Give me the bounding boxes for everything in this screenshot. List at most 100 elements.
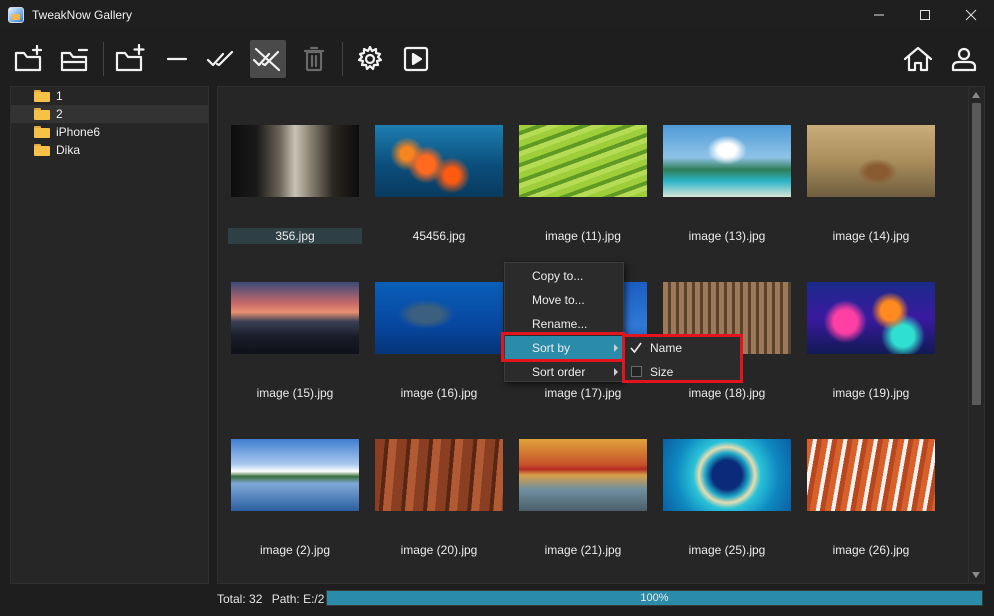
delete-button[interactable] (296, 40, 332, 78)
thumbnail-label: image (13).jpg (688, 229, 766, 243)
select-all-icon (206, 50, 234, 67)
thumbnail-tile[interactable]: image (16).jpg (372, 282, 506, 422)
thumbnail-image (375, 125, 503, 197)
select-all-button[interactable] (204, 40, 240, 78)
open-folder-button[interactable] (58, 40, 94, 78)
tree-item-1[interactable]: 1 (11, 87, 208, 105)
status-path: Path: E:/2 (271, 592, 325, 606)
context-menu: Copy to... Move to... Rename... Sort by … (504, 262, 624, 382)
thumbnail-label: image (17).jpg (544, 386, 622, 400)
add-album-button[interactable] (113, 40, 149, 78)
thumbnail-label: image (16).jpg (400, 386, 478, 400)
thumbnail-image (231, 282, 359, 354)
thumbnail-tile[interactable]: image (25).jpg (660, 439, 794, 579)
close-button[interactable] (948, 0, 994, 30)
menu-item-label: Copy to... (532, 269, 584, 283)
status-bar: Total: 32 Path: E:/2 (217, 590, 324, 608)
thumbnail-image (231, 439, 359, 511)
close-icon (965, 9, 977, 21)
annotation-box-sort-by (501, 332, 625, 362)
thumbnail-label: image (2).jpg (259, 543, 331, 557)
vertical-scrollbar[interactable] (969, 86, 985, 584)
thumbnail-image (375, 282, 503, 354)
menu-item-move-to[interactable]: Move to... (505, 288, 623, 312)
toolbar-separator (103, 42, 104, 76)
deselect-all-button[interactable] (250, 40, 286, 78)
tree-item-dika[interactable]: Dika (11, 141, 208, 159)
thumbnail-tile[interactable]: image (13).jpg (660, 125, 794, 265)
tree-item-iphone6[interactable]: iPhone6 (11, 123, 208, 141)
thumbnail-image (807, 439, 935, 511)
thumbnail-label: image (20).jpg (400, 543, 478, 557)
thumbnail-tile[interactable]: image (20).jpg (372, 439, 506, 579)
folder-icon (34, 108, 50, 120)
home-icon (903, 46, 933, 72)
thumbnail-tile[interactable]: image (15).jpg (228, 282, 362, 422)
progress-bar: 100% (326, 590, 983, 606)
menu-item-label: Sort order (532, 365, 586, 379)
remove-button[interactable] (159, 40, 195, 78)
thumbnail-tile[interactable]: 45456.jpg (372, 125, 506, 265)
app-logo-icon (8, 7, 24, 23)
scroll-up-icon[interactable] (972, 92, 980, 98)
settings-icon (357, 45, 383, 71)
maximize-icon (920, 10, 930, 20)
thumbnail-label: image (15).jpg (256, 386, 334, 400)
thumbnail-label: image (14).jpg (832, 229, 910, 243)
thumbnail-image (519, 439, 647, 511)
submenu-arrow-icon (614, 368, 618, 376)
thumbnail-tile[interactable]: image (21).jpg (516, 439, 650, 579)
add-album-icon (115, 43, 145, 72)
folder-icon (34, 144, 50, 156)
thumbnail-image (519, 125, 647, 197)
open-folder-icon (60, 48, 89, 72)
tree-item-label: iPhone6 (56, 125, 101, 139)
thumbnail-label: image (18).jpg (688, 386, 766, 400)
tree-item-label: 1 (56, 89, 63, 103)
folder-tree[interactable]: 1 2 iPhone6 Dika (10, 86, 209, 584)
window-controls (856, 0, 994, 30)
menu-item-copy-to[interactable]: Copy to... (505, 264, 623, 288)
title-bar: TweakNow Gallery (0, 0, 994, 30)
tree-item-label: 2 (56, 107, 63, 121)
slideshow-button[interactable] (398, 40, 434, 78)
menu-item-label: Rename... (532, 317, 588, 331)
thumbnail-image (231, 125, 359, 197)
thumbnail-image (663, 439, 791, 511)
minimize-icon (874, 14, 884, 16)
thumbnail-label: image (11).jpg (545, 229, 621, 243)
thumbnail-tile[interactable]: image (26).jpg (804, 439, 938, 579)
scroll-down-icon[interactable] (972, 572, 980, 578)
thumbnail-image (375, 439, 503, 511)
scroll-thumb[interactable] (972, 103, 981, 405)
user-button[interactable] (946, 40, 982, 78)
thumbnail-label: image (19).jpg (832, 386, 910, 400)
thumbnail-label: image (25).jpg (688, 543, 766, 557)
add-folder-icon (14, 44, 43, 72)
thumbnail-tile[interactable]: image (14).jpg (804, 125, 938, 265)
thumbnail-image (663, 125, 791, 197)
user-icon (951, 47, 977, 72)
thumbnail-image (807, 125, 935, 197)
thumbnail-label: image (26).jpg (832, 543, 910, 557)
home-button[interactable] (900, 40, 936, 78)
minimize-button[interactable] (856, 0, 902, 30)
folder-icon (34, 126, 50, 138)
window-title: TweakNow Gallery (32, 8, 133, 22)
menu-item-sort-order[interactable]: Sort order (505, 360, 623, 384)
thumbnail-label: 356.jpg (228, 228, 362, 244)
status-total: Total: 32 (217, 592, 263, 606)
tree-item-2[interactable]: 2 (11, 105, 208, 123)
thumbnail-tile[interactable]: image (2).jpg (228, 439, 362, 579)
add-folder-button[interactable] (12, 40, 48, 78)
trash-icon (303, 46, 325, 72)
slideshow-icon (403, 46, 429, 72)
thumbnail-tile[interactable]: 356.jpg (228, 125, 362, 265)
thumbnail-tile[interactable]: image (11).jpg (516, 125, 650, 265)
menu-item-label: Move to... (532, 293, 585, 307)
tree-item-label: Dika (56, 143, 81, 157)
remove-icon (166, 57, 188, 61)
maximize-button[interactable] (902, 0, 948, 30)
thumbnail-tile[interactable]: image (19).jpg (804, 282, 938, 422)
settings-button[interactable] (352, 40, 388, 78)
